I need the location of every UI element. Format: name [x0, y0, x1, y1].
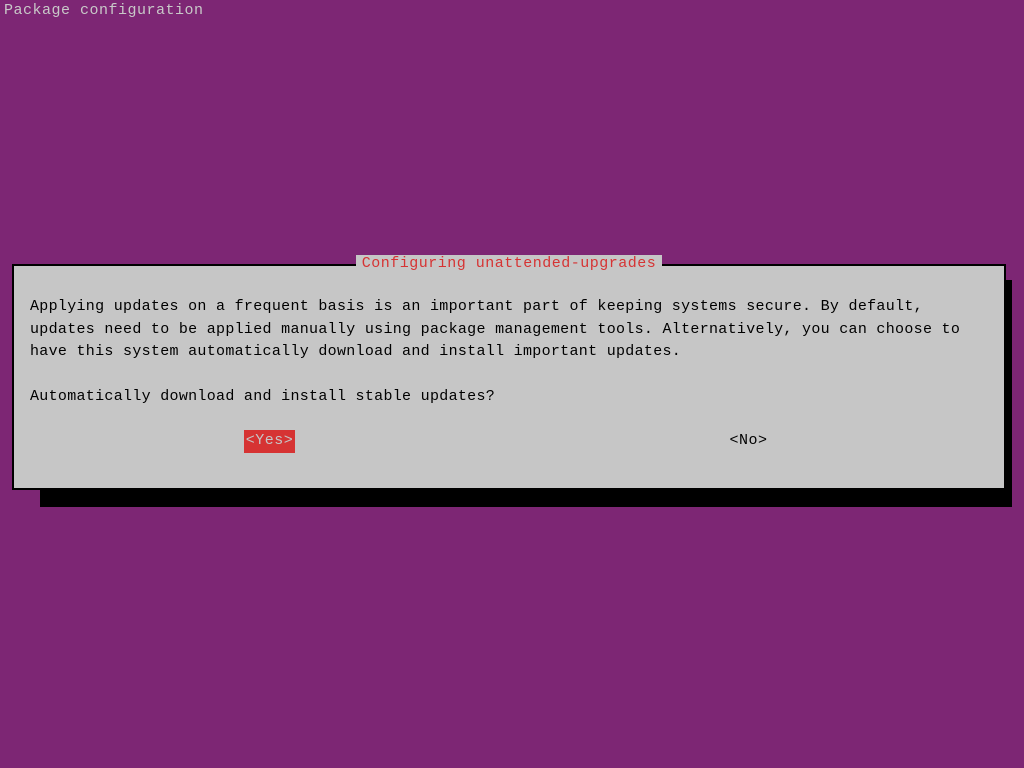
dialog-title-wrap: Configuring unattended-upgrades [14, 255, 1004, 272]
no-button-col: <No> [509, 430, 988, 453]
dialog-prompt: Automatically download and install stabl… [30, 386, 988, 409]
dialog-body: Applying updates on a frequent basis is … [14, 266, 1004, 453]
dialog-title: Configuring unattended-upgrades [356, 255, 663, 272]
dialog-description: Applying updates on a frequent basis is … [30, 296, 988, 364]
button-row: <Yes> <No> [30, 430, 988, 453]
page-title: Package configuration [0, 0, 1024, 21]
yes-button-col: <Yes> [30, 430, 509, 453]
dialog-inner: Configuring unattended-upgrades Applying… [14, 266, 1004, 488]
no-button[interactable]: <No> [727, 430, 769, 453]
yes-button[interactable]: <Yes> [244, 430, 296, 453]
dialog-box: Configuring unattended-upgrades Applying… [12, 264, 1006, 490]
